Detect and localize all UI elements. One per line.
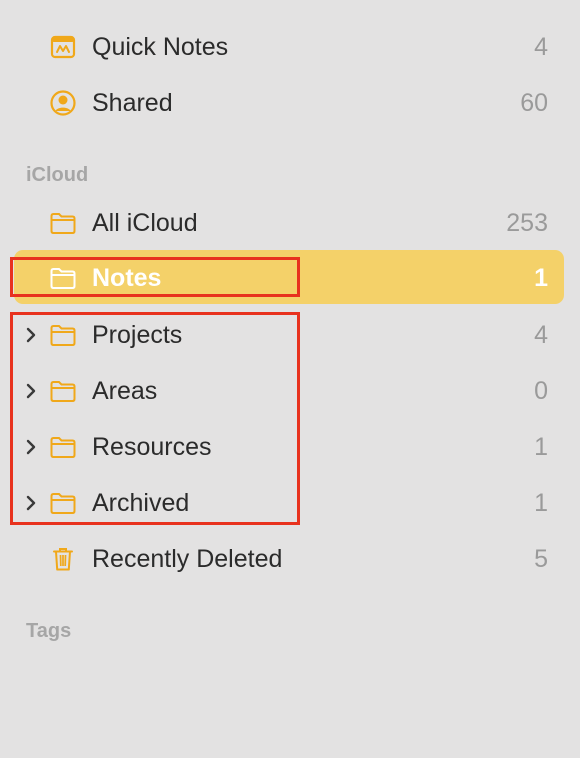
sidebar-item-label: Recently Deleted [92, 545, 283, 573]
sidebar-item-shared[interactable]: Shared 60 [14, 76, 564, 130]
chevron-right-icon[interactable] [24, 438, 38, 456]
folder-icon [50, 325, 76, 346]
folder-icon [50, 268, 76, 289]
sidebar-item-label: Projects [92, 321, 183, 349]
sidebar-item-label: Resources [92, 433, 212, 461]
folder-icon [50, 437, 76, 458]
chevron-right-icon[interactable] [24, 326, 38, 344]
sidebar-item-count: 253 [506, 209, 548, 237]
sidebar-item-count: 1 [534, 433, 548, 461]
sidebar-item-label: Notes [92, 264, 162, 292]
sidebar-item-label: Shared [92, 89, 173, 117]
sidebar-item-all-icloud[interactable]: All iCloud 253 [14, 196, 564, 250]
folder-icon [50, 213, 76, 234]
sidebar-item-count: 5 [534, 545, 548, 573]
shared-person-icon [50, 90, 76, 116]
sidebar-item-resources[interactable]: Resources 1 [14, 420, 564, 474]
sidebar-item-recently-deleted[interactable]: Recently Deleted 5 [14, 532, 564, 586]
sidebar-item-projects[interactable]: Projects 4 [14, 308, 564, 362]
sidebar-item-areas[interactable]: Areas 0 [14, 364, 564, 418]
sidebar-item-archived[interactable]: Archived 1 [14, 476, 564, 530]
sidebar-item-label: Areas [92, 377, 158, 405]
sidebar-item-quick-notes[interactable]: Quick Notes 4 [14, 20, 564, 74]
quick-notes-icon [50, 35, 76, 59]
sidebar-item-count: 1 [534, 264, 548, 292]
chevron-right-icon[interactable] [24, 382, 38, 400]
sidebar-item-label: Archived [92, 489, 190, 517]
section-header-tags[interactable]: Tags [26, 619, 71, 643]
sidebar-item-count: 4 [534, 321, 548, 349]
notes-sidebar: Quick Notes 4 Shared 60 iCloud All iClou… [0, 0, 580, 758]
sidebar-item-count: 1 [534, 489, 548, 517]
sidebar-item-count: 60 [520, 89, 548, 117]
sidebar-item-label: Quick Notes [92, 33, 229, 61]
section-header-icloud[interactable]: iCloud [26, 163, 88, 187]
sidebar-item-count: 0 [534, 377, 548, 405]
chevron-right-icon[interactable] [24, 494, 38, 512]
sidebar-item-count: 4 [534, 33, 548, 61]
sidebar-item-notes[interactable]: Notes 1 [14, 250, 564, 304]
folder-icon [50, 493, 76, 514]
trash-icon [53, 548, 73, 571]
folder-icon [50, 381, 76, 402]
sidebar-item-label: All iCloud [92, 209, 198, 237]
